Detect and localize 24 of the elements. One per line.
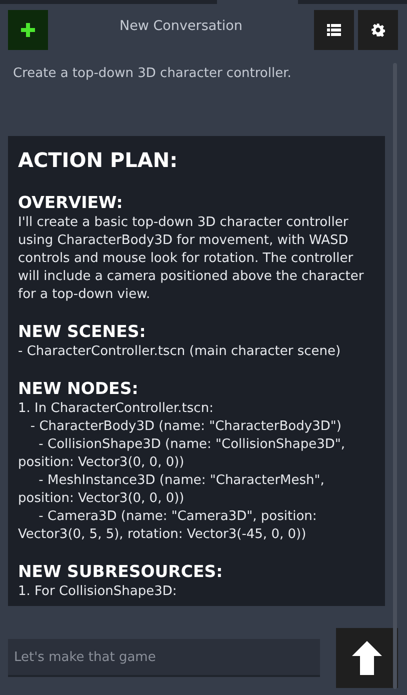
settings-button[interactable] — [358, 10, 398, 50]
section-heading: NEW NODES: — [18, 378, 140, 400]
list-icon — [327, 24, 341, 36]
new-conversation-button[interactable] — [8, 10, 48, 50]
plan-text: - CollisionShape3D (name: "CollisionShape3D", position: Vector3(0, 0, 0)) — [18, 436, 346, 472]
plan-text: - Camera3D (name: "Camera3D", position: Vector3(0, 5, 5), rotation: Vector3(-45, 0, 0)) — [18, 508, 318, 544]
plan-text: - CharacterController.tscn (main character scene) — [18, 343, 342, 361]
section-heading: NEW SCENES: — [18, 321, 147, 343]
plan-title: ACTION PLAN: — [18, 148, 179, 172]
plan-text: I'll create a basic top-down 3D character controller using CharacterBody3D for movement, with WASD controls and mouse look for rotation. The controller will include a camera positioned above the character for a top-down view. — [18, 214, 365, 304]
section-heading: OVERVIEW: — [18, 192, 124, 214]
message-input[interactable]: Let's make that game — [8, 639, 320, 677]
plus-icon — [21, 23, 35, 38]
conversation-title: New Conversation — [118, 18, 244, 34]
settings-icon — [371, 23, 385, 38]
plan-text: - MeshInstance3D (name: "CharacterMesh", position: Vector3(0, 0, 0)) — [18, 472, 326, 508]
plan-text: - CharacterBody3D (name: "CharacterBody3D") — [29, 418, 342, 436]
list-button[interactable] — [314, 10, 354, 50]
send-button[interactable] — [336, 628, 398, 688]
section-heading: NEW SUBRESOURCES: — [18, 561, 224, 583]
plan-text: 1. For CollisionShape3D: — [18, 583, 178, 601]
plan-text: 1. In CharacterController.tscn: — [18, 400, 214, 418]
user-message: Create a top-down 3D character controller. — [12, 65, 292, 83]
up-arrow-icon — [352, 641, 382, 675]
